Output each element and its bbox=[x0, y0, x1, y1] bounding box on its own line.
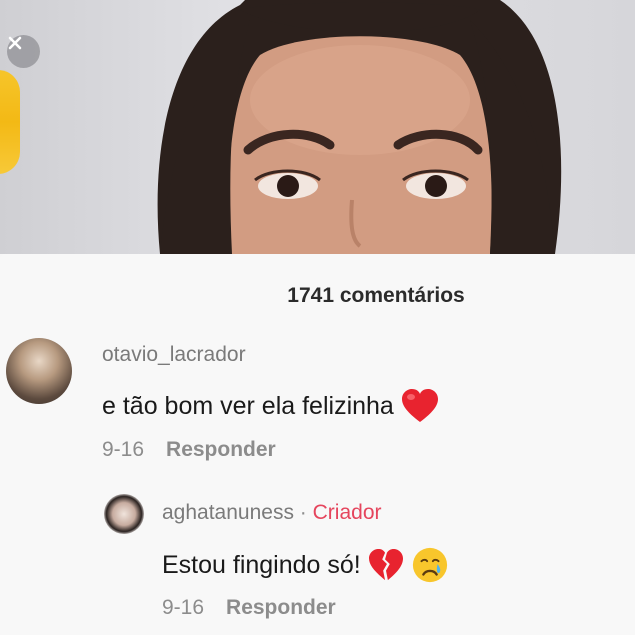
reply-username[interactable]: aghatanuness bbox=[162, 501, 294, 524]
close-button[interactable] bbox=[7, 35, 40, 68]
avatar[interactable] bbox=[104, 494, 144, 534]
comment-text: e tão bom ver ela felizinha bbox=[102, 388, 440, 424]
gift-coin-icon[interactable] bbox=[0, 70, 20, 174]
comments-count: 1741 comentários bbox=[287, 284, 465, 307]
comment-text-label: e tão bom ver ela felizinha bbox=[102, 391, 394, 420]
comment-username[interactable]: otavio_lacrador bbox=[102, 343, 246, 367]
avatar[interactable] bbox=[6, 338, 72, 404]
comment-date: 9-16 bbox=[102, 438, 145, 461]
comment-meta: 9-16 Responder bbox=[102, 438, 276, 462]
close-icon bbox=[8, 36, 22, 50]
broken-heart-icon bbox=[368, 548, 403, 581]
creator-badge: Criador bbox=[312, 501, 382, 524]
crying-face-icon bbox=[412, 547, 447, 583]
reply-username-line: aghatanuness · Criador bbox=[162, 501, 382, 525]
reply-button[interactable]: Responder bbox=[226, 596, 336, 620]
video-area bbox=[0, 0, 635, 254]
reply-text-label: Estou fingindo só! bbox=[162, 550, 361, 579]
separator-dot: · bbox=[299, 501, 307, 524]
comments-panel: 1741 comentários otavio_lacrador e tão b… bbox=[0, 254, 635, 635]
reply-text: Estou fingindo só! bbox=[162, 546, 449, 584]
reply-date: 9-16 bbox=[162, 596, 205, 619]
heart-icon bbox=[401, 389, 438, 422]
reply-meta: 9-16 Responder bbox=[162, 596, 336, 620]
streamer-face-image bbox=[157, 0, 562, 254]
reply-button[interactable]: Responder bbox=[166, 438, 276, 462]
